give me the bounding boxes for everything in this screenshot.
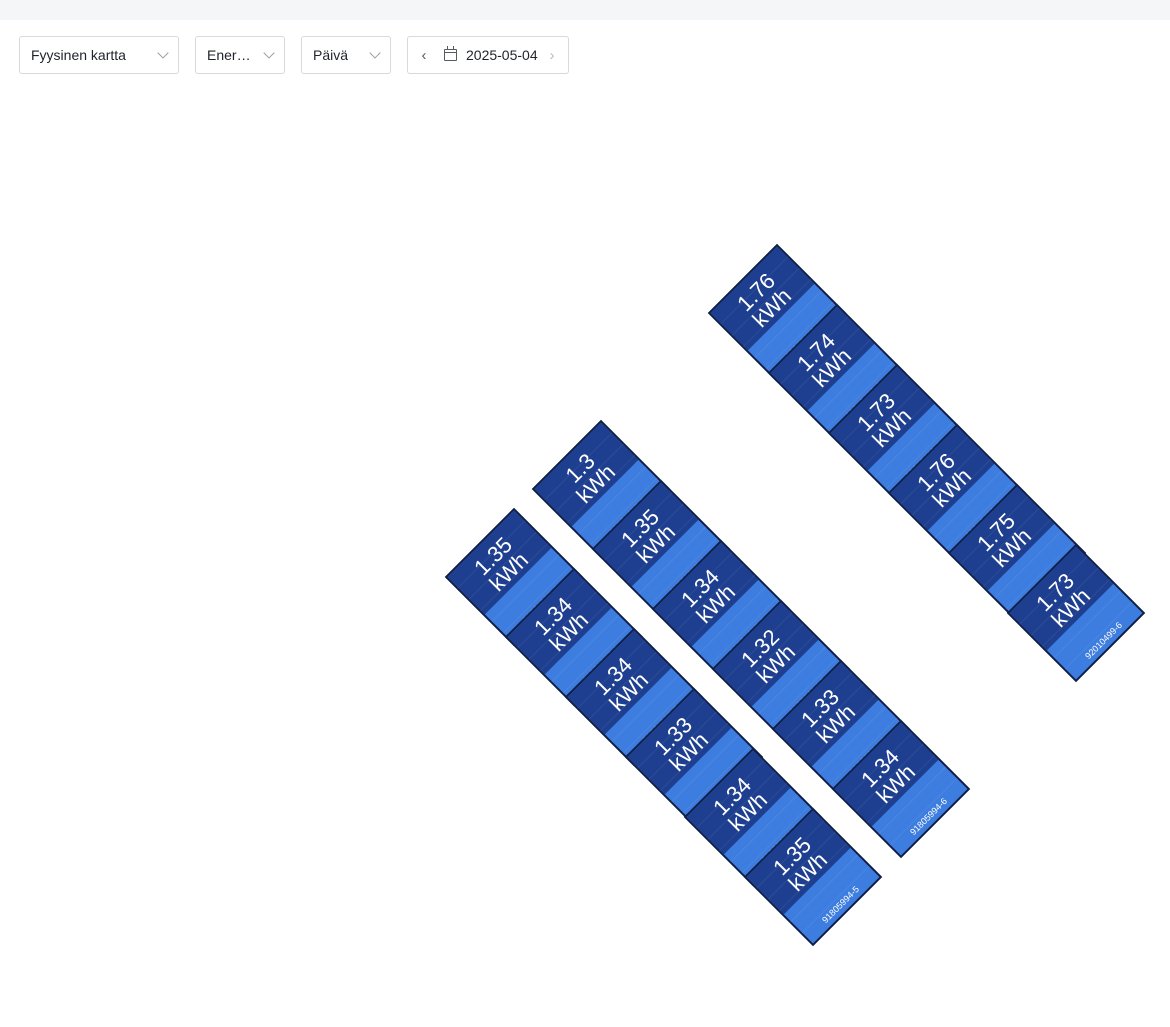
panel-map: 1.76kWh92010499-11.74kWh92010499-21.73kW… — [444, 243, 1146, 947]
